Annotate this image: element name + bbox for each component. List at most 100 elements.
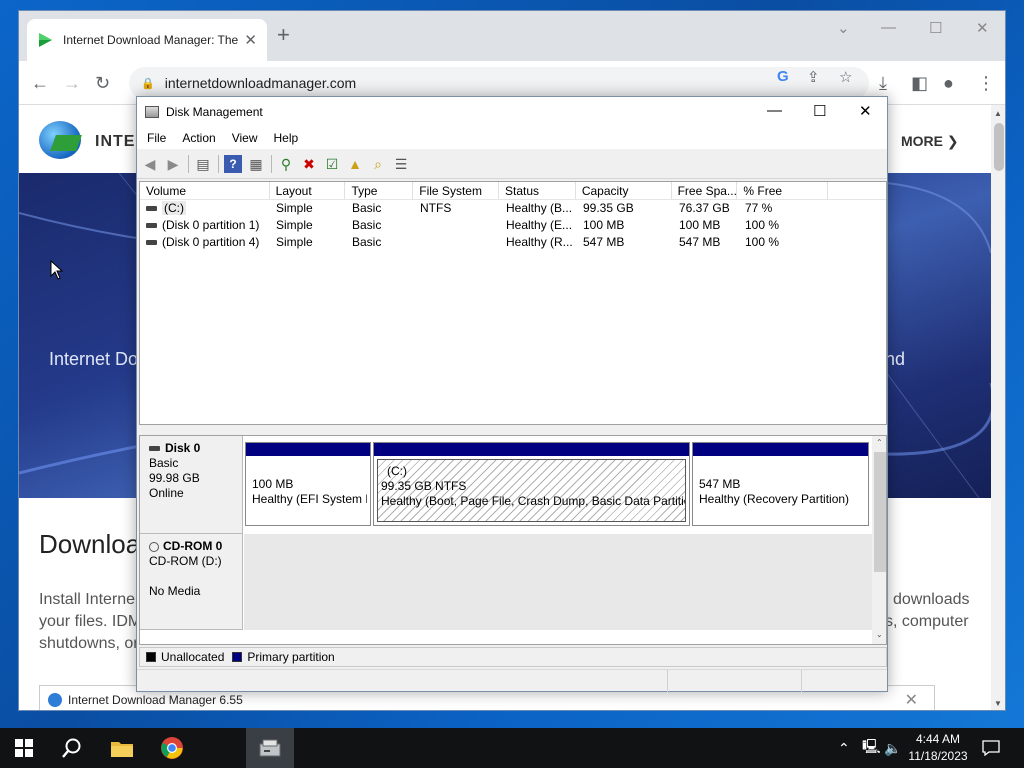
col-capacity[interactable]: Capacity xyxy=(576,182,672,199)
volume-status: Healthy (R... xyxy=(506,235,573,249)
menu-view[interactable]: View xyxy=(224,131,266,145)
tab-search-chevron-icon[interactable]: ⌄ xyxy=(837,19,850,37)
col-type[interactable]: Type xyxy=(345,182,414,199)
volume-capacity: 99.35 GB xyxy=(583,201,634,215)
forward-arrow-icon[interactable]: → xyxy=(63,72,81,94)
address-bar[interactable]: 🔒 internetdownloadmanager.com xyxy=(129,67,869,99)
dm-window-title: Disk Management xyxy=(166,105,263,119)
col-layout[interactable]: Layout xyxy=(270,182,346,199)
col-file-system[interactable]: File System xyxy=(413,182,500,199)
back-arrow-icon[interactable]: ← xyxy=(31,72,49,94)
status-divider xyxy=(667,670,668,692)
google-translate-icon[interactable]: G xyxy=(777,68,789,85)
page-heading: Downloa xyxy=(39,529,141,559)
col-empty xyxy=(828,182,886,199)
clock-date: 11/18/2023 xyxy=(908,749,968,763)
cdrom-label[interactable]: CD-ROM 0 CD-ROM (D:) No Media xyxy=(140,534,243,630)
disk-management-window: Disk Management — ☐ ✕ File Action View H… xyxy=(136,96,888,692)
system-clock[interactable]: 4:44 AM 11/18/2023 xyxy=(900,731,976,765)
chrome-taskbar-button[interactable] xyxy=(148,728,196,768)
search-folder-icon[interactable]: ⌕ xyxy=(369,155,387,173)
partition-recovery[interactable]: 547 MB Healthy (Recovery Partition) xyxy=(692,442,869,526)
browser-tab[interactable]: Internet Download Manager: The ✕ xyxy=(27,19,267,61)
list-view-icon[interactable]: ☰ xyxy=(392,155,410,173)
close-window-icon[interactable]: ✕ xyxy=(976,19,989,37)
page-scroll-thumb[interactable] xyxy=(994,123,1004,171)
disk-scroll-up-icon[interactable]: ⌃ xyxy=(876,438,883,447)
download-box-close-icon[interactable]: ✕ xyxy=(905,690,918,710)
idm-globe-icon xyxy=(48,693,62,707)
pane-splitter[interactable] xyxy=(139,427,887,433)
scroll-down-icon[interactable]: ▼ xyxy=(994,699,1002,708)
open-folder-icon[interactable]: ▲ xyxy=(346,155,364,173)
back-icon[interactable]: ◀ xyxy=(141,155,159,173)
table-row[interactable]: (Disk 0 partition 1) Simple Basic Health… xyxy=(140,217,886,234)
para-line3-left: shutdowns, or xyxy=(39,635,139,652)
show-hidden-icons[interactable]: ⌃ xyxy=(838,728,850,768)
menu-file[interactable]: File xyxy=(139,131,174,145)
forward-icon[interactable]: ▶ xyxy=(164,155,182,173)
console-tree-icon[interactable]: ▤ xyxy=(194,155,212,173)
disk-view-scrollbar[interactable]: ⌃ ⌄ xyxy=(872,436,886,644)
more-menu-button[interactable]: MORE ❯ xyxy=(901,133,959,150)
search-button[interactable] xyxy=(48,728,96,768)
menu-action[interactable]: Action xyxy=(174,131,223,145)
chevron-up-icon: ⌃ xyxy=(838,739,850,756)
col-free-space[interactable]: Free Spa... xyxy=(672,182,738,199)
volume-free: 76.37 GB xyxy=(679,201,730,215)
help-icon[interactable]: ? xyxy=(224,154,242,173)
share-icon[interactable]: ⇪ xyxy=(807,68,820,86)
col-status[interactable]: Status xyxy=(499,182,576,199)
side-panel-icon[interactable]: ◧ xyxy=(911,72,928,94)
new-tab-icon[interactable]: + xyxy=(277,23,290,47)
cdrom-empty-area[interactable] xyxy=(244,534,872,630)
table-row[interactable]: (C:) Simple Basic NTFS Healthy (B... 99.… xyxy=(140,200,886,217)
partition-efi[interactable]: 100 MB Healthy (EFI System P xyxy=(245,442,371,526)
dm-title-bar[interactable]: Disk Management — ☐ ✕ xyxy=(137,97,887,127)
dm-status-bar xyxy=(137,669,887,692)
volume-icon[interactable]: 🔈 xyxy=(884,728,901,768)
partition-c[interactable]: (C:) 99.35 GB NTFS Healthy (Boot, Page F… xyxy=(373,442,690,526)
disk-graphical-view: Disk 0 Basic 99.98 GB Online 100 MB Heal… xyxy=(139,435,887,645)
maximize-icon[interactable]: ☐ xyxy=(929,19,942,37)
chrome-menu-icon[interactable]: ⋮ xyxy=(977,72,995,94)
disk-scroll-down-icon[interactable]: ⌄ xyxy=(876,630,883,639)
start-button[interactable] xyxy=(0,728,48,768)
taskbar-empty-slot[interactable] xyxy=(198,728,244,768)
menu-help[interactable]: Help xyxy=(266,131,307,145)
volume-list-header: Volume Layout Type File System Status Ca… xyxy=(140,182,886,200)
scroll-up-icon[interactable]: ▲ xyxy=(994,109,1002,118)
profile-avatar-icon[interactable]: ● xyxy=(943,72,954,94)
table-row[interactable]: (Disk 0 partition 4) Simple Basic Health… xyxy=(140,234,886,251)
disk0-label[interactable]: Disk 0 Basic 99.98 GB Online xyxy=(140,436,243,534)
minimize-icon[interactable]: — xyxy=(881,19,896,36)
connect-disk-icon[interactable]: ⚲ xyxy=(277,155,295,173)
clock-time: 4:44 AM xyxy=(915,732,961,746)
network-icon[interactable]: 🖳 xyxy=(862,728,881,768)
properties-pane-icon[interactable]: ▦ xyxy=(247,155,265,173)
tab-close-icon[interactable]: ✕ xyxy=(244,31,257,49)
check-icon[interactable]: ☑ xyxy=(323,155,341,173)
delete-icon[interactable]: ✖ xyxy=(300,155,318,173)
notification-center-button[interactable] xyxy=(982,728,1000,768)
dm-maximize-icon[interactable]: ☐ xyxy=(813,102,826,120)
para-line2-left: your files. IDM xyxy=(39,613,142,630)
download-icon[interactable]: ⤓ xyxy=(879,72,887,94)
dm-close-icon[interactable]: ✕ xyxy=(859,102,872,120)
disk-scroll-thumb[interactable] xyxy=(874,452,886,572)
page-scrollbar[interactable]: ▲ ▼ xyxy=(991,105,1005,710)
bookmark-star-icon[interactable]: ☆ xyxy=(839,68,852,86)
chevron-down-icon: ❯ xyxy=(946,133,959,149)
dm-minimize-icon[interactable]: — xyxy=(767,102,782,119)
col-volume[interactable]: Volume xyxy=(140,182,270,199)
file-explorer-button[interactable] xyxy=(98,728,146,768)
reload-icon[interactable]: ↻ xyxy=(95,72,110,94)
primary-swatch xyxy=(232,652,243,662)
disk-management-taskbar-button[interactable] xyxy=(246,728,294,768)
folder-icon xyxy=(111,742,133,757)
dm-menubar: File Action View Help xyxy=(137,127,887,149)
idm-logo-icon[interactable] xyxy=(39,121,81,159)
volume-status: Healthy (B... xyxy=(506,201,573,215)
address-url: internetdownloadmanager.com xyxy=(164,75,357,91)
col-percent-free[interactable]: % Free xyxy=(737,182,829,199)
